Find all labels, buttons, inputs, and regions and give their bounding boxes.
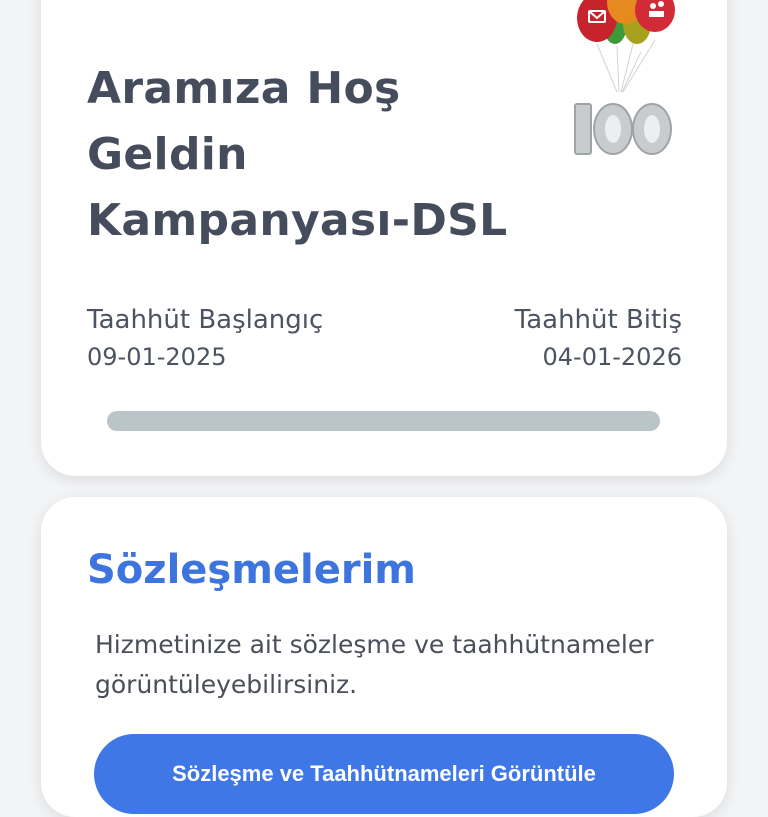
start-date: 09-01-2025 xyxy=(87,343,227,371)
campaign-title: Aramıza Hoş Geldin Kampanyası-DSL xyxy=(87,63,508,246)
view-contracts-button[interactable]: Sözleşme ve Taahhütnameleri Görüntüle xyxy=(94,734,674,814)
commitment-start: Taahhüt Başlangıç 09-01-2025 xyxy=(87,302,323,375)
contracts-card: Sözleşmelerim Hizmetinize ait sözleşme v… xyxy=(41,497,727,817)
end-date: 04-01-2026 xyxy=(542,343,682,371)
campaign-card: Aramıza Hoş Geldin Kampanyası-DSL Taahhü… xyxy=(41,0,727,476)
start-label: Taahhüt Başlangıç xyxy=(87,305,324,335)
commitment-progress-bar xyxy=(107,411,660,431)
contracts-title: Sözleşmelerim xyxy=(87,547,416,593)
commitment-end: Taahhüt Bitiş 04-01-2026 xyxy=(515,302,682,375)
contracts-description: Hizmetinize ait sözleşme ve taahhütnamel… xyxy=(95,630,654,699)
end-label: Taahhüt Bitiş xyxy=(514,305,682,335)
balloons-100-icon xyxy=(574,0,675,155)
